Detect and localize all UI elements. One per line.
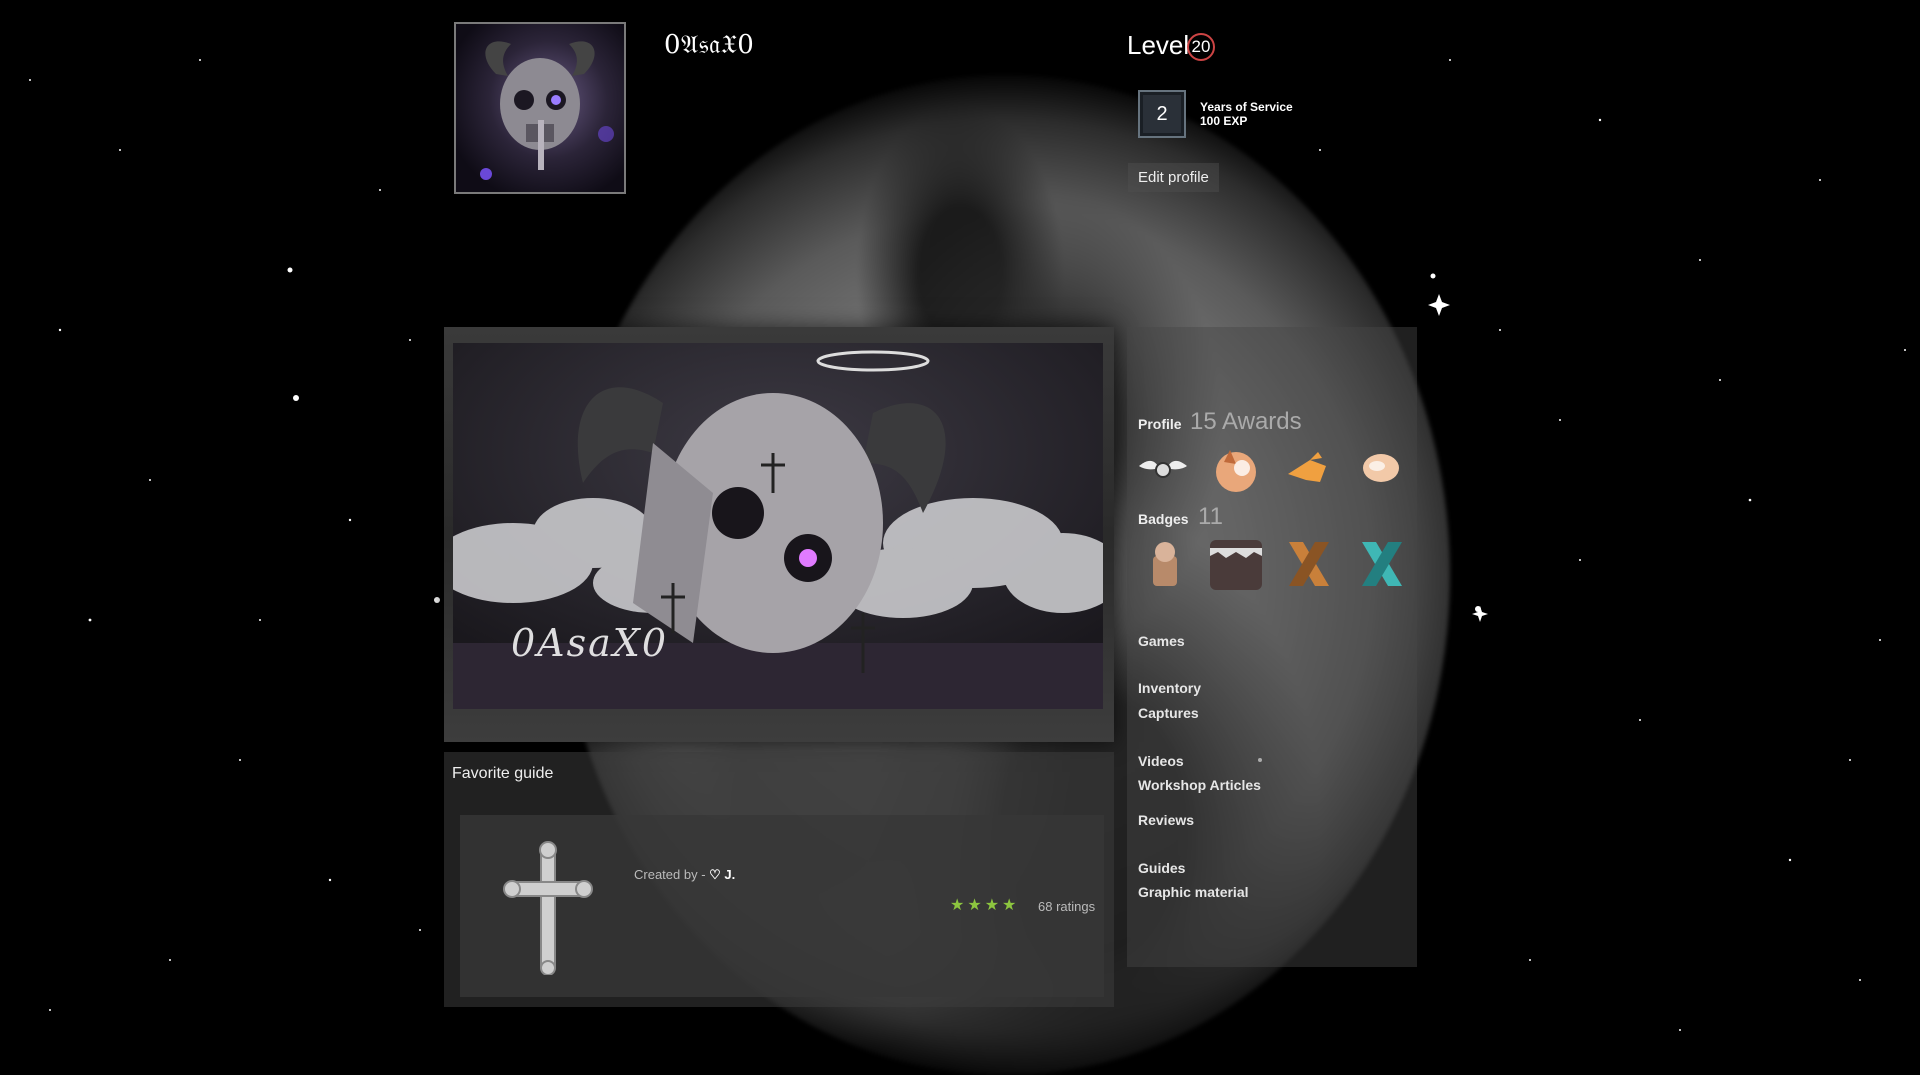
awards-count[interactable]: 15 Awards — [1190, 408, 1302, 436]
artwork-showcase-image[interactable]: 0AsaX0 — [453, 343, 1103, 709]
nav-link-videos[interactable]: Videos — [1138, 753, 1184, 769]
level-label: Level — [1127, 30, 1190, 60]
figure-badge-icon[interactable] — [1137, 536, 1193, 592]
fox-award-icon[interactable] — [1208, 440, 1264, 496]
service-badge-title: Years of Service — [1200, 100, 1293, 114]
nav-link-reviews[interactable]: Reviews — [1138, 812, 1194, 828]
edit-profile-button[interactable]: Edit profile — [1128, 163, 1219, 192]
guide-creator-prefix: Created by - — [634, 867, 710, 882]
guide-rating-count: 68 ratings — [1038, 899, 1096, 914]
favorite-guide-heading: Favorite guide — [452, 765, 554, 782]
level-badge[interactable]: 20 — [1187, 33, 1215, 61]
nav-link-workshop-articles[interactable]: Workshop Articles — [1138, 777, 1261, 793]
guide-rating-stars: ★★★★ — [950, 897, 1020, 914]
nav-link-games[interactable]: Games — [1138, 633, 1185, 649]
service-badge-exp: 100 EXP — [1200, 114, 1248, 128]
skull-avatar-image — [480, 41, 614, 180]
bubble-award-icon[interactable] — [1353, 440, 1409, 496]
cyan-x-badge-icon[interactable] — [1354, 536, 1410, 592]
awards-label[interactable]: Profile — [1138, 416, 1182, 432]
orange-x-badge-icon[interactable] — [1281, 536, 1337, 592]
nav-link-captures[interactable]: Captures — [1138, 705, 1199, 721]
hand-award-icon[interactable] — [1280, 440, 1336, 496]
chest-badge-icon[interactable] — [1208, 536, 1264, 592]
profile-avatar[interactable] — [454, 22, 626, 194]
winged-award-icon[interactable] — [1135, 440, 1191, 496]
artwork-signature: 0AsaX0 — [511, 621, 669, 665]
nav-link-inventory[interactable]: Inventory — [1138, 680, 1201, 696]
nav-link-graphic-material[interactable]: Graphic material — [1138, 884, 1249, 900]
guide-creator-name[interactable]: ♡ J. — [709, 867, 735, 882]
badges-count[interactable]: 11 — [1198, 503, 1223, 531]
years-of-service-badge[interactable]: 2 — [1138, 90, 1186, 138]
profile-username: 0𝔄𝔰𝔞𝔛0 — [664, 30, 755, 60]
nav-link-guides[interactable]: Guides — [1138, 860, 1185, 876]
cross-icon[interactable] — [500, 840, 596, 975]
badges-label[interactable]: Badges — [1138, 511, 1189, 527]
guide-creator[interactable]: Created by - ♡ J. — [634, 867, 735, 883]
